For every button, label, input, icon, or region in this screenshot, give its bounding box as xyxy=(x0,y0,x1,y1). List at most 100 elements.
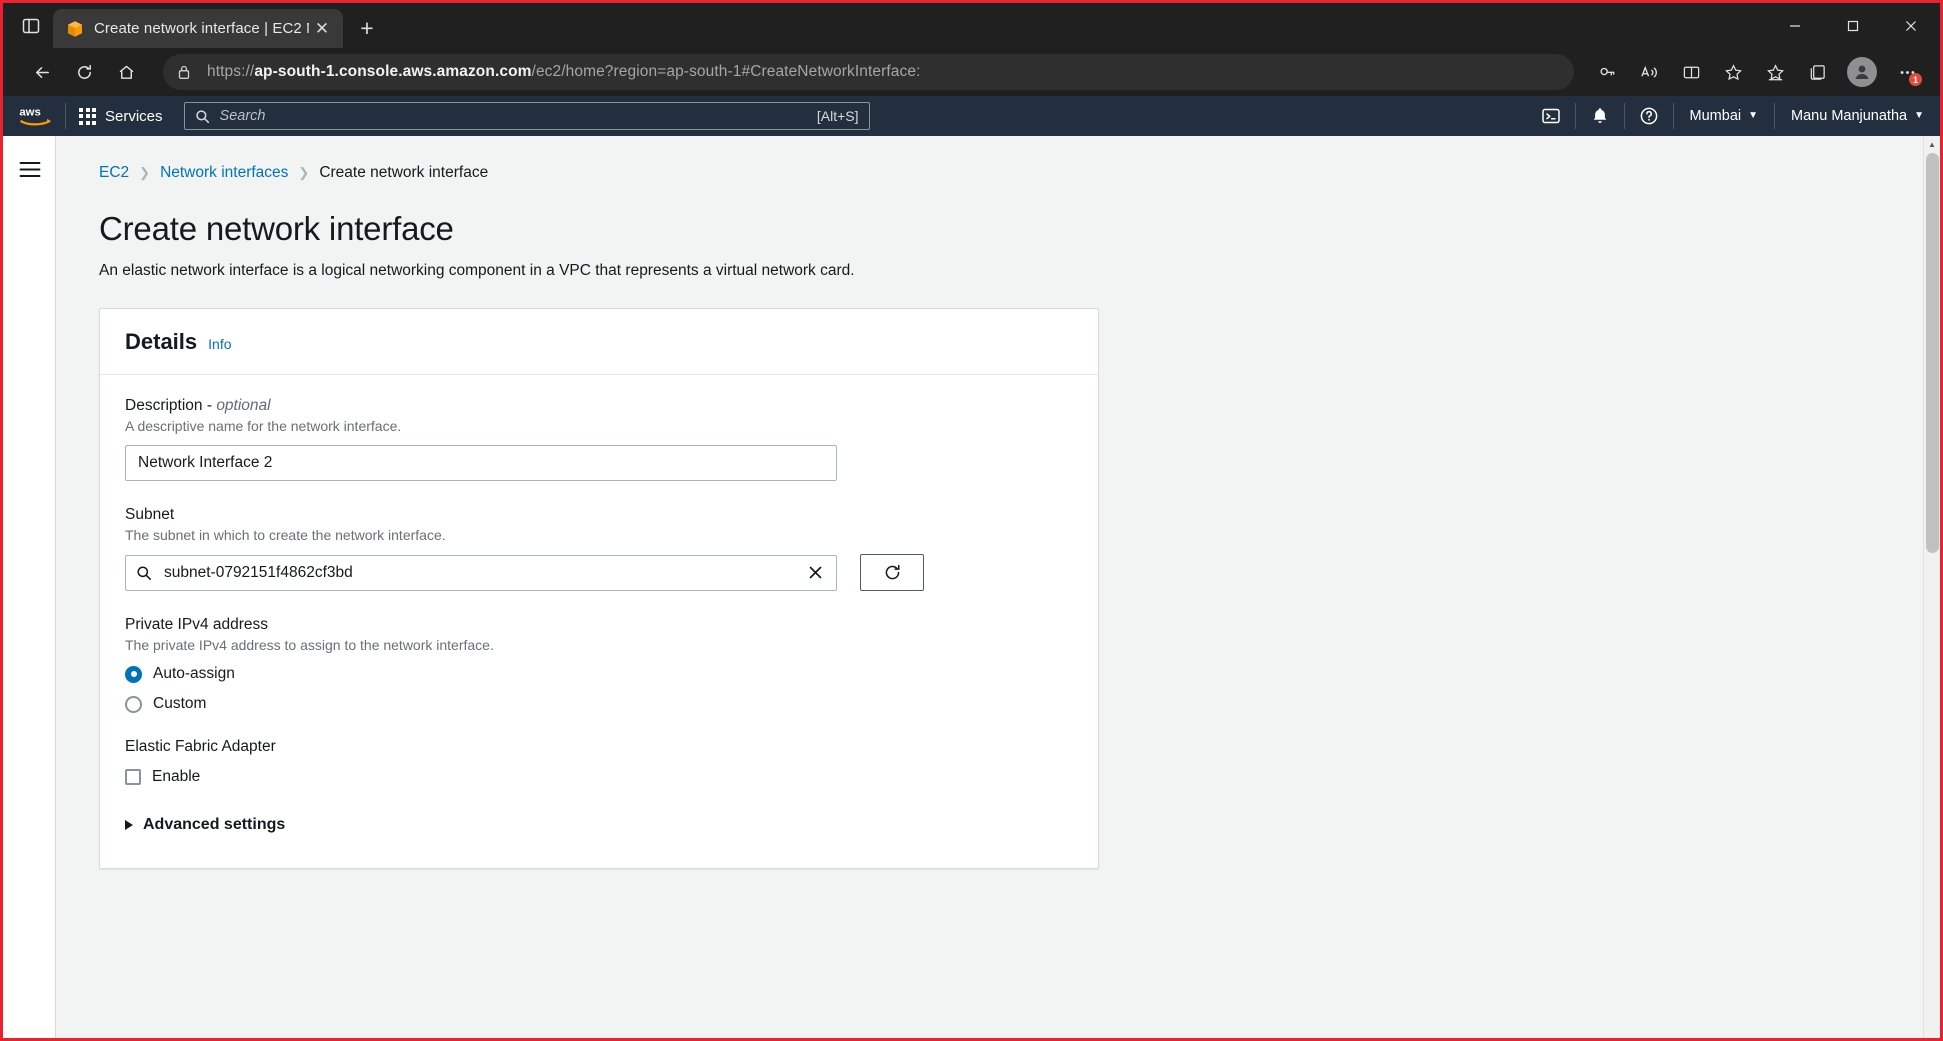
aws-search-shortcut: [Alt+S] xyxy=(816,108,859,124)
key-icon[interactable] xyxy=(1588,53,1626,91)
subnet-hint: The subnet in which to create the networ… xyxy=(125,527,446,543)
profile-avatar[interactable] xyxy=(1847,57,1877,87)
chevron-down-icon: ▼ xyxy=(1748,110,1759,121)
radio-auto-assign-label: Auto-assign xyxy=(153,665,235,682)
region-label: Mumbai xyxy=(1689,108,1742,124)
home-icon[interactable] xyxy=(107,53,145,91)
description-optional-text: optional xyxy=(216,397,271,414)
efa-label: Elastic Fabric Adapter xyxy=(125,738,276,755)
scroll-up-icon[interactable]: ▲ xyxy=(1924,136,1940,153)
radio-auto-assign[interactable]: Auto-assign xyxy=(125,665,1073,683)
browser-window: Create network interface | EC2 M ✕ + htt… xyxy=(0,0,1943,1041)
page-title: Create network interface xyxy=(99,210,454,247)
efa-enable-checkbox[interactable] xyxy=(125,769,141,785)
tab-actions-icon[interactable] xyxy=(9,6,53,46)
radio-custom-label: Custom xyxy=(153,695,207,712)
private-ipv4-hint: The private IPv4 address to assign to th… xyxy=(125,637,494,653)
reload-icon[interactable] xyxy=(65,53,103,91)
details-card: Details Info Description - optional A de… xyxy=(99,308,1099,869)
description-label-text: Description - xyxy=(125,397,217,414)
url-domain: ap-south-1.console.aws.amazon.com xyxy=(254,63,532,80)
help-circle-icon[interactable] xyxy=(1625,96,1673,136)
private-ipv4-field-group: Private IPv4 address The private IPv4 ad… xyxy=(125,616,1073,713)
breadcrumb-item-ec2[interactable]: EC2 xyxy=(99,164,129,182)
subnet-field-group: Subnet The subnet in which to create the… xyxy=(125,506,1073,591)
cloudshell-icon[interactable] xyxy=(1527,96,1575,136)
description-hint: A descriptive name for the network inter… xyxy=(125,418,402,434)
description-input-value: Network Interface 2 xyxy=(138,454,273,471)
account-menu[interactable]: Manu Manjunatha ▼ xyxy=(1775,96,1940,136)
description-input[interactable]: Network Interface 2 xyxy=(125,445,837,481)
search-icon xyxy=(136,565,152,581)
details-card-header: Details Info xyxy=(100,309,1098,375)
search-icon xyxy=(195,109,210,124)
new-tab-button[interactable]: + xyxy=(349,11,385,45)
scrollbar-thumb[interactable] xyxy=(1926,153,1939,553)
browser-toolbar: https://ap-south-1.console.aws.amazon.co… xyxy=(3,48,1940,96)
window-controls xyxy=(1766,3,1940,48)
lock-icon xyxy=(177,64,197,80)
details-heading: Details xyxy=(125,329,198,354)
clear-x-icon[interactable] xyxy=(799,564,824,581)
grid-icon xyxy=(79,107,96,125)
browser-chrome: Create network interface | EC2 M ✕ + htt… xyxy=(3,3,1940,96)
menu-hamburger-icon[interactable] xyxy=(3,154,56,184)
immersive-reader-icon[interactable] xyxy=(1672,53,1710,91)
back-icon[interactable] xyxy=(23,53,61,91)
aws-logo[interactable]: aws xyxy=(3,103,65,129)
favorite-star-icon[interactable] xyxy=(1714,53,1752,91)
efa-enable-label: Enable xyxy=(152,768,201,785)
url-scheme: https:// xyxy=(207,63,255,80)
read-aloud-icon[interactable] xyxy=(1630,53,1668,91)
info-link[interactable]: Info xyxy=(208,336,231,352)
private-ipv4-label: Private IPv4 address xyxy=(125,616,269,633)
advanced-settings-label: Advanced settings xyxy=(143,816,286,833)
more-options-icon[interactable]: 1 xyxy=(1888,53,1926,91)
chevron-down-icon: ▼ xyxy=(1914,110,1924,121)
breadcrumb-item-network-interfaces[interactable]: Network interfaces xyxy=(160,164,288,182)
more-options-badge: 1 xyxy=(1909,73,1922,86)
services-label: Services xyxy=(105,107,163,125)
aws-console-header: aws Services Search [Alt+S] Mumbai ▼ Man… xyxy=(3,96,1940,136)
page-body: EC2 ❯ Network interfaces ❯ Create networ… xyxy=(3,136,1940,1038)
breadcrumb-item-current: Create network interface xyxy=(319,164,489,181)
close-icon[interactable] xyxy=(1882,3,1940,48)
efa-field-group: Elastic Fabric Adapter Enable Advanced s… xyxy=(125,738,1073,834)
subnet-select-input[interactable]: subnet-0792151f4862cf3bd xyxy=(125,554,837,591)
address-bar[interactable]: https://ap-south-1.console.aws.amazon.co… xyxy=(163,54,1574,90)
header-right-group: Mumbai ▼ Manu Manjunatha ▼ xyxy=(1527,96,1940,136)
tab-title: Create network interface | EC2 M xyxy=(94,20,309,37)
collections-icon[interactable] xyxy=(1798,53,1836,91)
close-icon[interactable]: ✕ xyxy=(309,16,335,42)
description-field-group: Description - optional A descriptive nam… xyxy=(125,397,1073,481)
url-text: https://ap-south-1.console.aws.amazon.co… xyxy=(207,63,1564,81)
minimize-icon[interactable] xyxy=(1766,3,1824,48)
details-card-body: Description - optional A descriptive nam… xyxy=(100,375,1098,868)
aws-cube-icon xyxy=(66,20,84,38)
breadcrumb-separator-icon: ❯ xyxy=(298,165,310,180)
aws-search-input[interactable]: Search [Alt+S] xyxy=(183,102,870,130)
refresh-button[interactable] xyxy=(860,554,924,591)
maximize-icon[interactable] xyxy=(1824,3,1882,48)
bell-icon[interactable] xyxy=(1576,96,1624,136)
radio-custom-indicator[interactable] xyxy=(125,695,142,713)
services-menu-button[interactable]: Services xyxy=(66,96,176,136)
svg-text:aws: aws xyxy=(19,106,40,118)
breadcrumb-separator-icon: ❯ xyxy=(139,165,151,180)
description-label: Description - optional xyxy=(125,397,1073,415)
region-selector[interactable]: Mumbai ▼ xyxy=(1674,96,1774,136)
advanced-settings-toggle[interactable]: Advanced settings xyxy=(125,816,1073,834)
browser-tab[interactable]: Create network interface | EC2 M ✕ xyxy=(53,9,343,48)
aws-search-placeholder: Search xyxy=(219,108,266,124)
favorites-bar-icon[interactable] xyxy=(1756,53,1794,91)
subnet-input-row: subnet-0792151f4862cf3bd xyxy=(125,554,1073,591)
main-content: EC2 ❯ Network interfaces ❯ Create networ… xyxy=(56,136,1940,1038)
subnet-value: subnet-0792151f4862cf3bd xyxy=(164,563,353,581)
left-navigation-rail xyxy=(3,136,56,1038)
efa-enable-checkbox-row[interactable]: Enable xyxy=(125,768,1073,786)
radio-custom[interactable]: Custom xyxy=(125,695,1073,713)
account-label: Manu Manjunatha xyxy=(1791,108,1908,124)
vertical-scrollbar[interactable]: ▲ ▼ xyxy=(1923,136,1940,1038)
url-path: /ec2/home?region=ap-south-1#CreateNetwor… xyxy=(531,63,921,80)
radio-auto-assign-indicator[interactable] xyxy=(125,665,142,683)
